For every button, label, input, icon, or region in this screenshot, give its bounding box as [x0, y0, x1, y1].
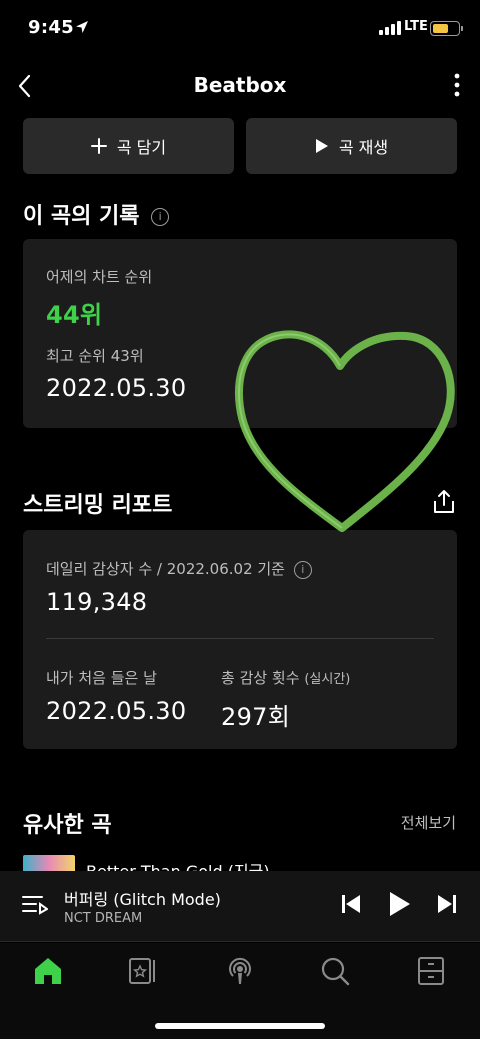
first-listen-label: 내가 처음 들은 날 — [46, 669, 157, 687]
yesterday-rank-value: 44위 — [46, 301, 103, 329]
play-button-label: 곡 재생 — [338, 138, 389, 157]
daily-info-icon[interactable]: i — [293, 560, 312, 579]
daily-listeners-value: 119,348 — [46, 588, 148, 616]
top-bar: Beatbox — [0, 64, 480, 108]
podcast-icon[interactable] — [223, 954, 257, 988]
search-icon[interactable] — [318, 954, 352, 988]
now-playing-title: 버퍼링 (Glitch Mode) — [64, 890, 221, 909]
card-divider — [46, 638, 434, 639]
location-arrow-icon — [76, 21, 88, 33]
status-time: 9:45 — [28, 17, 74, 38]
record-title-text: 이 곡의 기록 — [23, 204, 140, 229]
total-plays-value: 297회 — [221, 703, 291, 731]
play-song-button[interactable]: 곡 재생 — [246, 118, 457, 174]
next-track-icon[interactable] — [437, 893, 457, 915]
add-button-label: 곡 담기 — [116, 138, 167, 157]
queue-list-icon[interactable] — [22, 893, 48, 917]
home-indicator — [155, 1023, 325, 1029]
plus-icon — [90, 138, 107, 154]
network-label: LTE — [404, 19, 428, 34]
play-icon[interactable] — [388, 890, 412, 918]
library-icon[interactable] — [126, 954, 160, 988]
similar-section-title: 유사한 곡 — [23, 813, 112, 838]
storage-icon[interactable] — [414, 954, 448, 988]
total-plays-suffix: (실시간) — [304, 672, 351, 687]
report-card: 데일리 감상자 수 / 2022.06.02 기준 i 119,348 내가 처… — [23, 530, 457, 749]
album-thumbnail[interactable] — [23, 855, 75, 871]
see-all-link[interactable]: 전체보기 — [401, 812, 456, 833]
vertical-dots-icon[interactable] — [454, 72, 460, 98]
play-icon — [315, 139, 328, 153]
battery-icon — [430, 21, 463, 36]
similar-song-title[interactable]: Better Than Gold (지금) — [86, 858, 270, 871]
page-title: Beatbox — [193, 73, 287, 97]
report-section-title: 스트리밍 리포트 — [23, 493, 173, 518]
yesterday-rank-label: 어제의 차트 순위 — [46, 268, 153, 286]
battery-nub — [461, 26, 463, 31]
home-icon[interactable] — [31, 954, 65, 988]
info-icon[interactable]: i — [151, 208, 170, 226]
daily-listeners-label-text: 데일리 감상자 수 / 2022.06.02 기준 — [46, 560, 285, 578]
heart-sticker — [234, 330, 455, 532]
now-playing-artist: NCT DREAM — [64, 911, 143, 926]
total-plays-label: 총 감상 횟수 (실시간) — [221, 667, 350, 688]
best-rank-label: 최고 순위 43위 — [46, 347, 144, 365]
record-section-title: 이 곡의 기록 i — [23, 198, 170, 230]
tab-bar — [0, 943, 480, 1039]
status-bar: 9:45 LTE — [0, 0, 480, 58]
best-rank-date: 2022.05.30 — [46, 374, 187, 402]
signal-icon — [379, 21, 401, 35]
mini-player[interactable]: 버퍼링 (Glitch Mode) NCT DREAM — [0, 871, 480, 942]
daily-listeners-label: 데일리 감상자 수 / 2022.06.02 기준 i — [46, 558, 312, 579]
first-listen-value: 2022.05.30 — [46, 697, 187, 725]
previous-track-icon[interactable] — [341, 893, 361, 915]
battery-level — [432, 23, 449, 33]
total-plays-label-text: 총 감상 횟수 — [221, 669, 300, 687]
add-to-playlist-button[interactable]: 곡 담기 — [23, 118, 234, 174]
